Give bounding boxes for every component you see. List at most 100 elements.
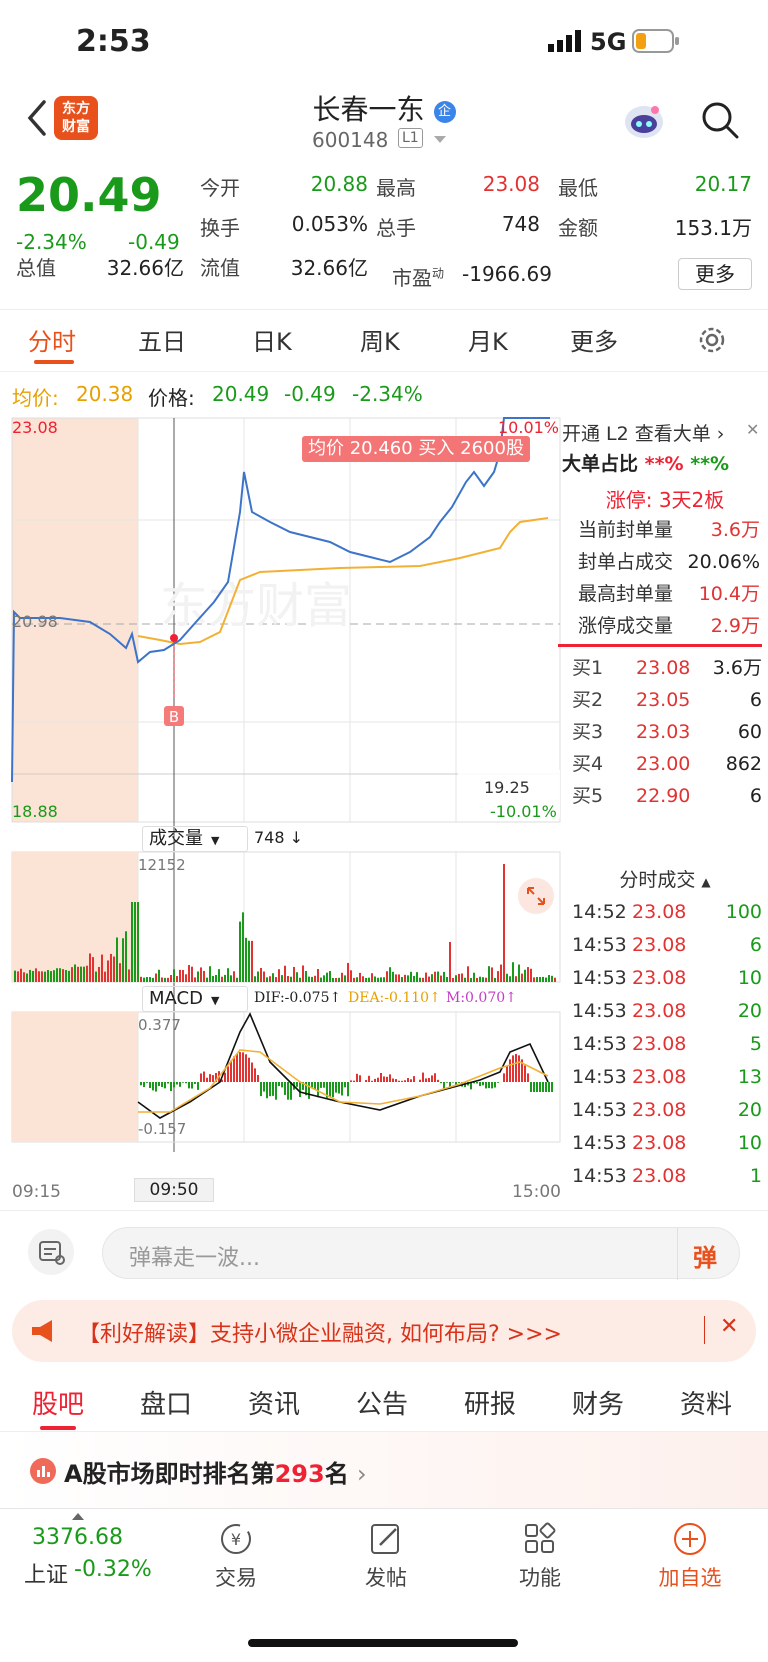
seal-row: 封单占成交 20.06% (562, 546, 768, 578)
settings-gear-icon[interactable] (696, 324, 728, 356)
tick-time: 14:53 (572, 1165, 627, 1187)
trade-tag[interactable]: 均价 20.460 买入 2600股 (302, 436, 530, 462)
volume-bar (116, 937, 118, 982)
danmu-input[interactable]: 弹幕走一波... 弹 (102, 1227, 740, 1280)
tab-announcements[interactable]: 公告 (356, 1384, 408, 1421)
macd-indicator-select[interactable]: MACD ▼ (142, 986, 248, 1012)
tick-price: 23.08 (632, 967, 687, 989)
volume-bar (332, 977, 334, 982)
nav-add-watchlist[interactable]: 加自选 (630, 1521, 750, 1592)
nav-post[interactable]: 发帖 (326, 1521, 446, 1592)
robot-assistant-icon[interactable] (622, 102, 666, 142)
macd-bar (311, 1082, 313, 1088)
bid-row[interactable]: 买4 23.00 862 (562, 748, 768, 780)
tab-intraday[interactable]: 分时 (28, 322, 76, 357)
macd-bar (383, 1076, 385, 1082)
volume-bar (518, 964, 520, 982)
volume-bar (149, 977, 151, 982)
danmu-settings-icon[interactable] (28, 1229, 74, 1275)
bottom-nav: 3376.68 上证 -0.32% ¥ 交易 发帖 功能 加自选 (0, 1508, 768, 1662)
level-badge[interactable]: L1 (398, 128, 423, 148)
volume-bar (89, 953, 91, 982)
nav-functions[interactable]: 功能 (480, 1521, 600, 1592)
volume-bar (461, 973, 463, 982)
bid-row[interactable]: 买1 23.08 3.6万 (562, 652, 768, 684)
l2-upsell-link[interactable]: 开通 L2 查看大单 › (562, 418, 768, 450)
volume-bar (545, 977, 547, 982)
volume-bar (452, 977, 454, 982)
battery-icon (632, 28, 680, 58)
bid-row[interactable]: 买3 23.03 60 (562, 716, 768, 748)
volume-bar (77, 966, 79, 982)
bid-price: 23.00 (636, 753, 691, 775)
volume-bar (134, 902, 136, 982)
bar-chart-icon (30, 1458, 56, 1484)
volume-bar (521, 973, 523, 982)
macd-bar (203, 1071, 205, 1082)
volume-bar (293, 966, 295, 982)
tab-more[interactable]: 更多 (570, 322, 618, 357)
tab-profile[interactable]: 资料 (680, 1384, 732, 1421)
macd-bar (191, 1082, 193, 1089)
volume-indicator-select[interactable]: 成交量 ▼ (142, 826, 248, 852)
tab-weekly-k[interactable]: 周K (360, 322, 400, 357)
tab-pankou[interactable]: 盘口 (140, 1384, 192, 1421)
macd-bar (239, 1052, 241, 1082)
ticks-header[interactable]: 分时成交 ▲ (562, 864, 768, 896)
tab-research[interactable]: 研报 (464, 1384, 516, 1421)
volume-bar (218, 969, 220, 982)
nav-trade[interactable]: ¥ 交易 (176, 1521, 296, 1592)
m-value: M:0.070↑ (446, 990, 517, 1006)
index-value[interactable]: 3376.68 (32, 1525, 123, 1550)
dropdown-arrow-icon: ▼ (211, 834, 220, 847)
close-icon[interactable]: ✕ (720, 1314, 738, 1339)
volume-bar (326, 972, 328, 982)
macd-bar (530, 1082, 532, 1092)
volume-bar (191, 966, 193, 982)
expand-icon[interactable] (518, 878, 554, 914)
tab-finance[interactable]: 财务 (572, 1384, 624, 1421)
volume-bar (404, 974, 406, 982)
search-icon[interactable] (700, 100, 740, 140)
volume-bar (161, 977, 163, 982)
caret-down-icon[interactable] (434, 136, 446, 143)
macd-bar (365, 1079, 367, 1082)
macd-bar (494, 1082, 496, 1088)
macd-bar (281, 1082, 283, 1088)
volume-bar (23, 972, 25, 982)
macd-bar (143, 1082, 145, 1088)
tick-volume: 10 (737, 1132, 762, 1154)
volume-bar (287, 975, 289, 982)
volume-bar (503, 864, 505, 982)
tick-row: 14:53 23.08 5 (562, 1028, 768, 1060)
bid-row[interactable]: 买2 23.05 6 (562, 684, 768, 716)
tab-monthly-k[interactable]: 月K (468, 322, 508, 357)
dif-value: DIF:-0.075↑ (254, 990, 342, 1006)
close-icon[interactable]: ✕ (746, 420, 759, 439)
seal-label: 当前封单量 (578, 519, 674, 541)
tab-daily-k[interactable]: 日K (252, 322, 292, 357)
news-banner[interactable]: 【利好解读】支持小微企业融资, 如何布局? >>> ✕ (12, 1300, 756, 1362)
tick-row: 14:52 23.08 100 (562, 896, 768, 928)
tick-price: 23.08 (632, 1099, 687, 1121)
bid-row[interactable]: 买5 22.90 6 (562, 780, 768, 812)
quote-field-label: 换手 (200, 216, 240, 240)
market-rank-row[interactable]: A股市场即时排名第293名 › (0, 1432, 768, 1508)
volume-bar (53, 970, 55, 982)
home-indicator (248, 1639, 518, 1647)
volume-bar (167, 977, 169, 982)
danmu-send-button[interactable]: 弹 (693, 1238, 717, 1273)
tab-five-day[interactable]: 五日 (138, 322, 186, 357)
volume-bar (365, 977, 367, 982)
macd-bar (155, 1082, 157, 1092)
macd-bar (314, 1082, 316, 1089)
macd-bar (422, 1072, 424, 1082)
macd-bar (512, 1055, 514, 1082)
more-button[interactable]: 更多 (678, 258, 752, 290)
quote-panel: 20.49 -2.34% -0.49 今开 20.88 最高 23.08 最低 20.17… (0, 164, 768, 310)
tick-price: 23.08 (632, 901, 687, 923)
tab-news[interactable]: 资讯 (248, 1384, 300, 1421)
bid-price: 22.90 (636, 785, 691, 807)
tab-guba[interactable]: 股吧 (32, 1384, 84, 1421)
volume-bar (359, 972, 361, 982)
